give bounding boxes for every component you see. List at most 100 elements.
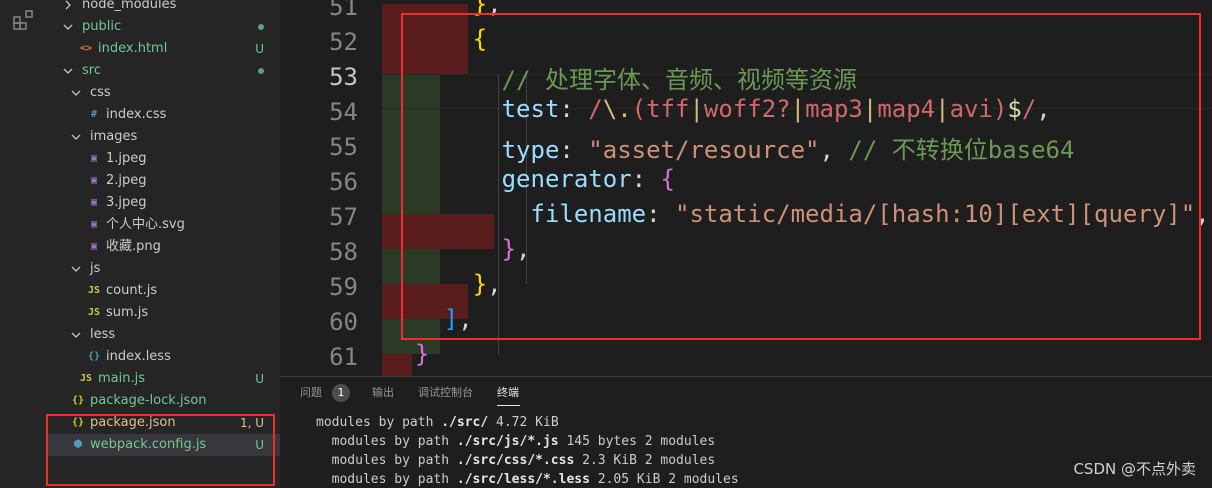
explorer-item-label: less bbox=[90, 327, 116, 342]
chevron-down-icon[interactable] bbox=[70, 86, 82, 100]
explorer-item-label: webpack.config.js bbox=[90, 437, 207, 452]
diff-removed-marker bbox=[382, 353, 412, 376]
code-token: woff2? bbox=[703, 94, 791, 123]
explorer-item-label: css bbox=[90, 85, 111, 100]
code-line[interactable]: type: "asset/resource", // 不转换位base64 bbox=[502, 130, 1075, 165]
explorer-item[interactable]: less bbox=[48, 324, 280, 346]
line-number: 55 bbox=[329, 132, 358, 161]
code-editor[interactable]: 51 52 53 54 55 56 57 58 59 60 61 },{// 处理字体、音频、视频等… bbox=[280, 0, 1212, 376]
explorer-item[interactable]: {} package.json 1, U bbox=[48, 412, 280, 434]
explorer-item[interactable]: {} index.less bbox=[48, 346, 280, 368]
code-token: , bbox=[487, 269, 502, 298]
terminal-text: 4.72 KiB bbox=[488, 415, 559, 430]
explorer-item[interactable]: src bbox=[48, 60, 280, 82]
terminal-text: 2.05 KiB 2 modules bbox=[589, 472, 739, 487]
explorer-item[interactable]: images bbox=[48, 126, 280, 148]
code-line[interactable]: }, bbox=[473, 270, 502, 305]
explorer-item-label: src bbox=[82, 63, 101, 78]
code-line[interactable]: }, bbox=[473, 0, 502, 25]
code-token: map3 bbox=[805, 94, 863, 123]
explorer-item[interactable]: ⬢ webpack.config.js U bbox=[48, 434, 280, 456]
chevron-down-icon[interactable] bbox=[70, 130, 82, 144]
html-icon: <> bbox=[79, 43, 93, 54]
explorer-item[interactable]: # index.css bbox=[48, 104, 280, 126]
explorer-item[interactable]: node_modules bbox=[48, 0, 280, 16]
explorer-item[interactable]: js bbox=[48, 258, 280, 280]
js-icon: JS bbox=[87, 307, 101, 318]
explorer-item[interactable]: JS sum.js bbox=[48, 302, 280, 324]
explorer-item[interactable]: ▣ 1.jpeg bbox=[48, 148, 280, 170]
code-token: , bbox=[819, 135, 849, 164]
code-line[interactable]: generator: { bbox=[502, 165, 675, 200]
activity-bar bbox=[0, 0, 48, 488]
explorer-item[interactable]: JS count.js bbox=[48, 280, 280, 302]
terminal-text: modules by path bbox=[316, 453, 457, 468]
chevron-right-icon[interactable] bbox=[62, 0, 74, 12]
tab-output[interactable]: 输出 bbox=[372, 385, 394, 401]
code-token: | bbox=[862, 94, 878, 123]
image-icon: ▣ bbox=[90, 241, 98, 252]
code-line[interactable]: } bbox=[415, 340, 429, 375]
terminal-line: modules by path ./src/less/*.less 2.05 K… bbox=[316, 470, 739, 488]
explorer-item[interactable]: {} package-lock.json bbox=[48, 390, 280, 412]
chevron-down-icon[interactable] bbox=[62, 64, 74, 78]
line-number: 61 bbox=[329, 342, 358, 371]
code-token: { bbox=[472, 24, 488, 53]
code-token: "asset/resource" bbox=[588, 135, 820, 164]
terminal-text: modules by path bbox=[316, 434, 457, 449]
line-number: 53 bbox=[329, 62, 358, 91]
explorer-item[interactable]: ▣ 收藏.png bbox=[48, 236, 280, 258]
tab-debug-console[interactable]: 调试控制台 bbox=[418, 385, 473, 401]
git-status-badge: U bbox=[255, 372, 264, 386]
explorer-item[interactable]: <> index.html U bbox=[48, 38, 280, 60]
active-tab-underline bbox=[497, 405, 520, 406]
terminal-text: modules by path bbox=[316, 415, 442, 430]
explorer-item[interactable]: ▣ 3.jpeg bbox=[48, 192, 280, 214]
code-line[interactable]: // 处理字体、音频、视频等资源 bbox=[502, 60, 857, 95]
code-token: : bbox=[559, 94, 589, 123]
chevron-down-icon[interactable] bbox=[62, 20, 74, 34]
tab-problems[interactable]: 问题 bbox=[300, 385, 322, 401]
explorer-item-label: main.js bbox=[98, 371, 145, 386]
code-token: test bbox=[501, 94, 560, 123]
explorer-item-label: package-lock.json bbox=[90, 393, 207, 408]
explorer-item-label: count.js bbox=[106, 283, 158, 298]
explorer-item[interactable]: ▣ 2.jpeg bbox=[48, 170, 280, 192]
explorer-item[interactable]: JS main.js U bbox=[48, 368, 280, 390]
code-area[interactable]: },{// 处理字体、音频、视频等资源 test: /\.(tff|woff2?|… bbox=[382, 0, 1212, 376]
diff-context-marker bbox=[382, 318, 440, 354]
explorer-item[interactable]: public bbox=[48, 16, 280, 38]
chevron-down-icon[interactable] bbox=[70, 328, 82, 342]
json-icon: {} bbox=[71, 395, 85, 406]
explorer-item-label: images bbox=[90, 129, 138, 144]
explorer-item-label: 3.jpeg bbox=[106, 195, 147, 210]
chevron-down-icon[interactable] bbox=[70, 262, 82, 276]
tab-terminal[interactable]: 终端 bbox=[497, 385, 519, 401]
line-number: 54 bbox=[329, 97, 358, 126]
explorer-item-label: 2.jpeg bbox=[106, 173, 147, 188]
git-status-badge: U bbox=[255, 42, 264, 56]
terminal-text: modules by path bbox=[316, 472, 457, 487]
code-token: type bbox=[501, 135, 560, 164]
line-number: 52 bbox=[329, 27, 358, 56]
explorer-item-label: 个人中心.svg bbox=[106, 217, 185, 232]
line-number-gutter: 51 52 53 54 55 56 57 58 59 60 61 bbox=[280, 0, 380, 376]
code-token: ( bbox=[631, 94, 647, 123]
code-line[interactable]: { bbox=[473, 25, 487, 60]
explorer-item[interactable]: css bbox=[48, 82, 280, 104]
terminal-line: modules by path ./src/js/*.js 145 bytes … bbox=[316, 432, 716, 451]
code-token: } bbox=[472, 269, 488, 298]
image-icon: ▣ bbox=[90, 153, 98, 164]
terminal-line: modules by path ./src/css/*.css 2.3 KiB … bbox=[316, 451, 716, 470]
extensions-icon[interactable] bbox=[12, 8, 36, 32]
code-line[interactable]: ], bbox=[444, 305, 473, 340]
code-line[interactable]: filename: "static/media/[hash:10][ext][q… bbox=[531, 200, 1210, 235]
code-line[interactable]: test: /\.(tff|woff2?|map3|map4|avi)$/, bbox=[502, 95, 1051, 130]
code-line[interactable]: }, bbox=[502, 235, 531, 270]
code-token: / bbox=[1021, 94, 1037, 123]
terminal-path: ./src/less/*.less bbox=[456, 472, 590, 487]
less-icon: {} bbox=[87, 351, 101, 362]
explorer-item[interactable]: ▣ 个人中心.svg bbox=[48, 214, 280, 236]
explorer-item-label: 1.jpeg bbox=[106, 151, 147, 166]
bottom-panel: 问题 1 输出 调试控制台 终端 modules by path ./src/ … bbox=[280, 376, 1212, 488]
